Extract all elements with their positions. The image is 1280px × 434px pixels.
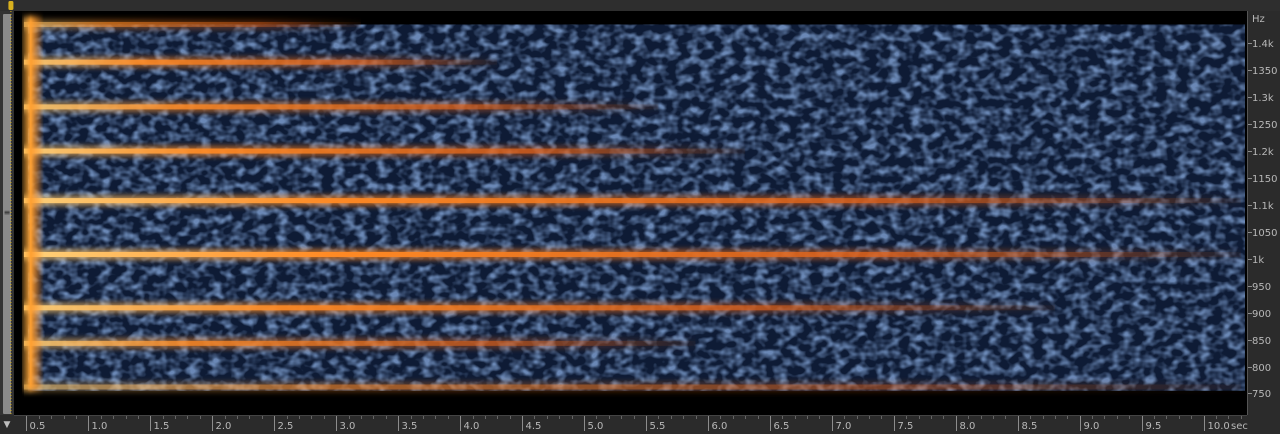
playhead-marker-icon[interactable] — [8, 1, 14, 10]
y-unit-label: Hz — [1252, 14, 1265, 25]
partial-1108hz — [23, 198, 1241, 204]
x-tick-label: 6.5 — [774, 421, 790, 432]
spectral-editor: ≡ ▼ 0.5 1.0 1.5 2.0 2.5 3.0 3.5 4.0 4.5 5.0 5.5 6.0… — [0, 0, 1280, 434]
partial-1435hz — [23, 21, 361, 27]
partial-1008hz — [23, 251, 1241, 257]
x-tick-label: 5.0 — [588, 421, 604, 432]
x-tick-label: 9.5 — [1146, 421, 1162, 432]
y-tick-label: 1350 — [1252, 66, 1277, 77]
x-tick-label: 1.0 — [92, 421, 108, 432]
x-unit-label: sec — [1231, 421, 1248, 432]
x-tick-label: 2.5 — [278, 421, 294, 432]
x-tick-label: 7.5 — [898, 421, 914, 432]
partial-909hz — [23, 305, 1055, 311]
x-tick-label: 8.0 — [960, 421, 976, 432]
y-tick-label: 1k — [1252, 255, 1264, 266]
x-tick-label: 6.0 — [712, 421, 728, 432]
y-tick-label: 750 — [1252, 389, 1271, 400]
y-tick-label: 1050 — [1252, 228, 1277, 239]
partial-1365hz — [23, 59, 498, 65]
partial-762hz — [23, 384, 1241, 390]
x-tick-label: 4.5 — [526, 421, 542, 432]
x-tick-label: 2.0 — [216, 421, 232, 432]
x-tick-label: 9.0 — [1084, 421, 1100, 432]
y-tick-label: 1.3k — [1252, 93, 1274, 104]
y-tick-label: 800 — [1252, 363, 1271, 374]
x-tick-label: 5.5 — [650, 421, 666, 432]
partial-1282hz — [23, 104, 659, 110]
x-tick-label: 0.5 — [30, 421, 46, 432]
y-tick-label: 950 — [1252, 282, 1271, 293]
partial-1200hz — [23, 148, 746, 154]
y-tick-label: 1.4k — [1252, 39, 1274, 50]
x-tick-label: 10.0 — [1208, 421, 1230, 432]
x-tick-label: 3.5 — [402, 421, 418, 432]
spectrogram-chart[interactable]: 0.5 1.0 1.5 2.0 2.5 3.0 3.5 4.0 4.5 5.0 5.5 6.0 6.5 7… — [0, 0, 1280, 434]
y-tick-label: 1250 — [1252, 120, 1277, 131]
x-tick-label: 7.0 — [836, 421, 852, 432]
y-tick-label: 1.1k — [1252, 201, 1274, 212]
x-tick-label: 8.5 — [1022, 421, 1038, 432]
x-tick-label: 1.5 — [154, 421, 170, 432]
y-tick-label: 850 — [1252, 336, 1271, 347]
y-tick-label: 1.2k — [1252, 147, 1274, 158]
noise-texture — [27, 24, 1245, 391]
x-tick-label: 3.0 — [340, 421, 356, 432]
y-tick-label: 1150 — [1252, 174, 1277, 185]
partial-843hz — [23, 340, 696, 346]
x-tick-label: 4.0 — [464, 421, 480, 432]
onset-transient — [21, 16, 44, 391]
y-tick-label: 900 — [1252, 309, 1271, 320]
